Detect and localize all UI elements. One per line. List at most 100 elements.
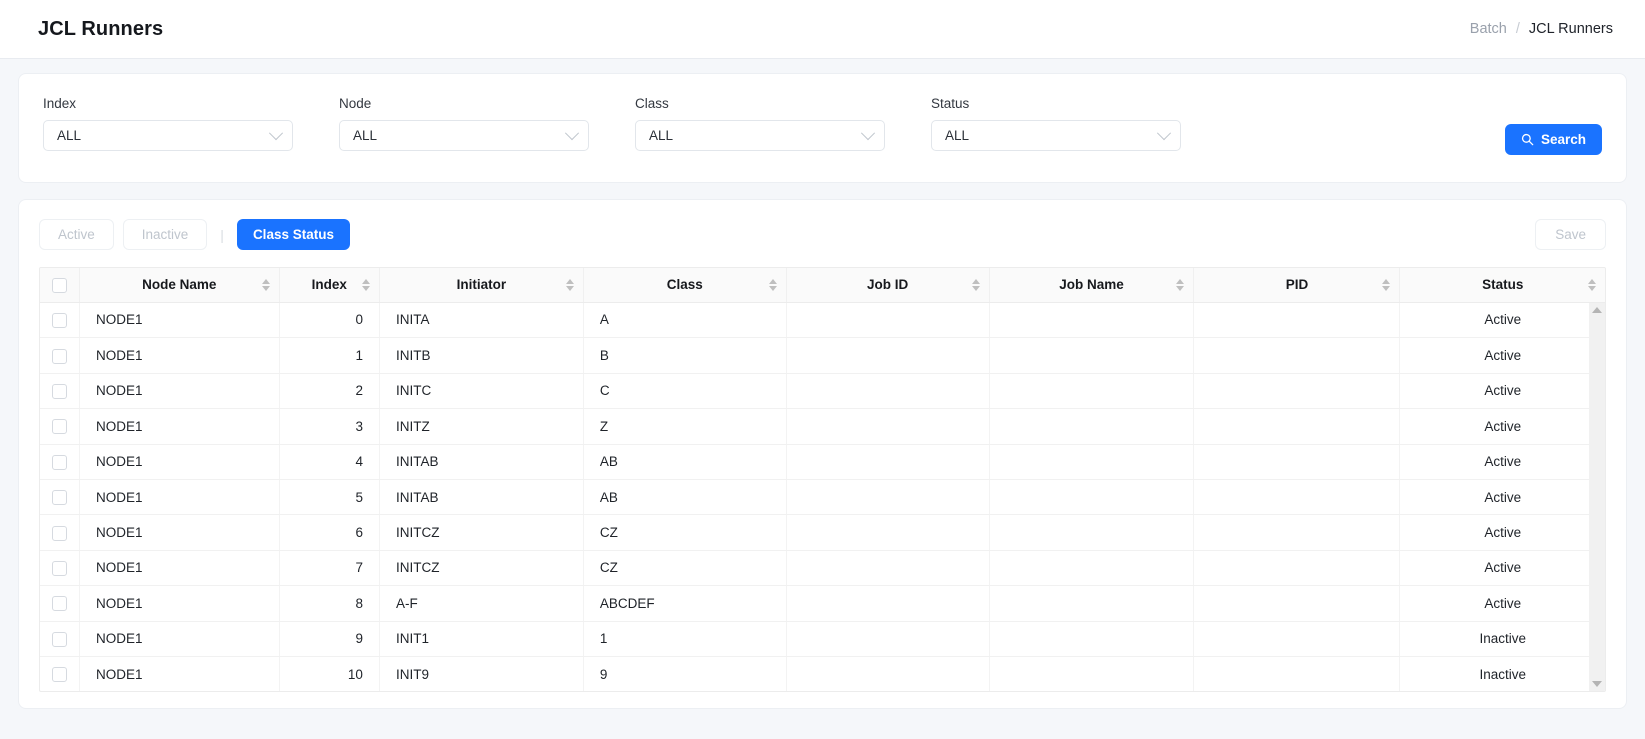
cell-jobid <box>786 303 989 338</box>
scroll-down-arrow-icon[interactable] <box>1592 681 1602 687</box>
sort-icon[interactable] <box>566 279 574 291</box>
table-row[interactable]: NODE17INITCZCZActive <box>40 550 1605 585</box>
column-header-job-name[interactable]: Job Name <box>989 268 1194 302</box>
column-header-class[interactable]: Class <box>583 268 786 302</box>
row-checkbox[interactable] <box>52 490 67 505</box>
table-row[interactable]: NODE19INIT11Inactive <box>40 621 1605 656</box>
row-select-cell <box>40 409 79 444</box>
sort-icon[interactable] <box>262 279 270 291</box>
cell-index: 5 <box>279 479 379 514</box>
row-select-cell <box>40 515 79 550</box>
sort-icon[interactable] <box>362 279 370 291</box>
row-select-cell <box>40 586 79 621</box>
table-row[interactable]: NODE12INITCCActive <box>40 373 1605 408</box>
column-header-node-name[interactable]: Node Name <box>79 268 279 302</box>
column-header-pid[interactable]: PID <box>1194 268 1400 302</box>
column-header-job-id[interactable]: Job ID <box>786 268 989 302</box>
filter-index-select[interactable]: ALL <box>43 120 293 151</box>
vertical-scrollbar[interactable] <box>1589 303 1605 692</box>
cell-pid <box>1194 586 1400 621</box>
table-row[interactable]: NODE10INITAAActive <box>40 303 1605 338</box>
table-row[interactable]: NODE18A-FABCDEFActive <box>40 586 1605 621</box>
filter-status-select[interactable]: ALL <box>931 120 1181 151</box>
column-header-initiator[interactable]: Initiator <box>379 268 583 302</box>
row-checkbox[interactable] <box>52 349 67 364</box>
class-status-button[interactable]: Class Status <box>237 219 350 250</box>
data-grid: Node Name Index Initiator Class <box>39 267 1606 692</box>
cell-status: Active <box>1400 515 1605 550</box>
table-row[interactable]: NODE14INITABABActive <box>40 444 1605 479</box>
cell-status: Active <box>1400 409 1605 444</box>
filter-index-label: Index <box>43 96 339 111</box>
cell-jobname <box>989 373 1194 408</box>
breadcrumb-parent[interactable]: Batch <box>1470 21 1507 37</box>
row-select-cell <box>40 550 79 585</box>
sort-icon[interactable] <box>769 279 777 291</box>
row-select-cell <box>40 621 79 656</box>
table-row[interactable]: NODE110INIT99Inactive <box>40 656 1605 691</box>
cell-index: 1 <box>279 338 379 373</box>
select-all-checkbox[interactable] <box>52 278 67 293</box>
column-header-index[interactable]: Index <box>279 268 379 302</box>
sort-icon[interactable] <box>1382 279 1390 291</box>
row-checkbox[interactable] <box>52 455 67 470</box>
cell-pid <box>1194 479 1400 514</box>
row-checkbox[interactable] <box>52 384 67 399</box>
cell-node: NODE1 <box>79 409 279 444</box>
cell-jobname <box>989 338 1194 373</box>
filter-node-value: ALL <box>353 128 377 143</box>
cell-jobname <box>989 621 1194 656</box>
cell-jobname <box>989 409 1194 444</box>
sort-icon[interactable] <box>1176 279 1184 291</box>
cell-status: Active <box>1400 479 1605 514</box>
cell-jobname <box>989 303 1194 338</box>
cell-node: NODE1 <box>79 479 279 514</box>
cell-index: 9 <box>279 621 379 656</box>
table-panel: Active Inactive | Class Status Save <box>18 199 1627 709</box>
chevron-down-icon <box>861 126 875 140</box>
cell-class: 1 <box>583 621 786 656</box>
cell-index: 6 <box>279 515 379 550</box>
row-checkbox[interactable] <box>52 419 67 434</box>
table-row[interactable]: NODE16INITCZCZActive <box>40 515 1605 550</box>
row-checkbox[interactable] <box>52 526 67 541</box>
inactive-button[interactable]: Inactive <box>123 219 208 250</box>
row-checkbox[interactable] <box>52 667 67 682</box>
cell-class: AB <box>583 444 786 479</box>
cell-init: INIT9 <box>379 656 583 691</box>
cell-class: AB <box>583 479 786 514</box>
sort-icon[interactable] <box>1588 279 1596 291</box>
filter-node-select[interactable]: ALL <box>339 120 589 151</box>
cell-index: 10 <box>279 656 379 691</box>
save-button[interactable]: Save <box>1535 219 1606 250</box>
table-row[interactable]: NODE15INITABABActive <box>40 479 1605 514</box>
cell-index: 8 <box>279 586 379 621</box>
row-checkbox[interactable] <box>52 596 67 611</box>
breadcrumb-current: JCL Runners <box>1529 21 1613 37</box>
cell-jobname <box>989 586 1194 621</box>
row-checkbox[interactable] <box>52 561 67 576</box>
cell-pid <box>1194 515 1400 550</box>
filter-class: Class ALL <box>635 96 931 151</box>
table-row[interactable]: NODE11INITBBActive <box>40 338 1605 373</box>
cell-jobname <box>989 479 1194 514</box>
cell-class: B <box>583 338 786 373</box>
search-icon <box>1521 133 1534 146</box>
filter-class-select[interactable]: ALL <box>635 120 885 151</box>
search-button-label: Search <box>1541 132 1586 147</box>
table-row[interactable]: NODE13INITZZActive <box>40 409 1605 444</box>
scroll-up-arrow-icon[interactable] <box>1592 307 1602 313</box>
column-header-status[interactable]: Status <box>1400 268 1605 302</box>
filter-node-label: Node <box>339 96 635 111</box>
row-select-cell <box>40 373 79 408</box>
sort-icon[interactable] <box>972 279 980 291</box>
cell-init: INITC <box>379 373 583 408</box>
search-button[interactable]: Search <box>1505 124 1602 155</box>
cell-jobid <box>786 586 989 621</box>
cell-init: INITAB <box>379 444 583 479</box>
cell-class: Z <box>583 409 786 444</box>
active-button[interactable]: Active <box>39 219 114 250</box>
row-checkbox[interactable] <box>52 313 67 328</box>
filter-status: Status ALL <box>931 96 1227 151</box>
row-checkbox[interactable] <box>52 632 67 647</box>
